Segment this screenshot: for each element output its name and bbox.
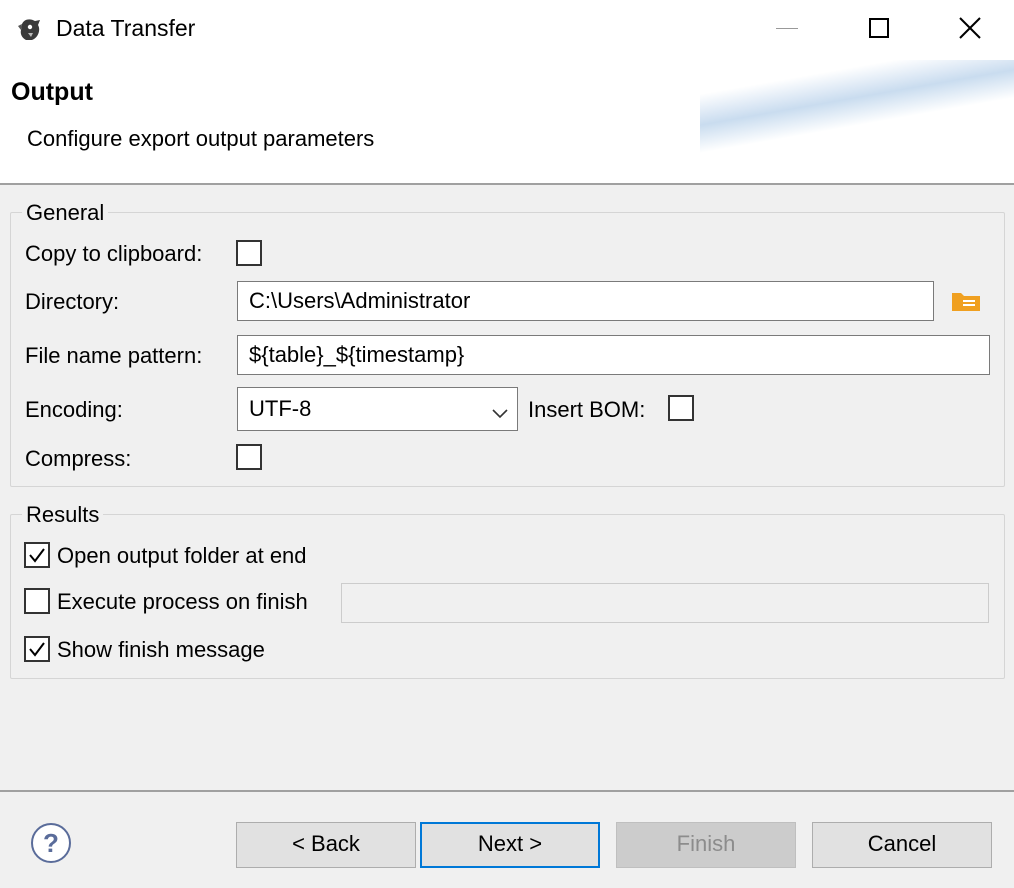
back-button[interactable]: < Back [236, 822, 416, 868]
page-title: Output [11, 78, 93, 106]
encoding-select[interactable]: UTF-8 [237, 387, 518, 431]
chevron-down-icon [491, 400, 509, 426]
checkmark-icon [29, 642, 45, 657]
title-bar: Data Transfer [0, 0, 1014, 60]
cancel-button[interactable]: Cancel [812, 822, 992, 868]
execute-process-command-input [341, 583, 989, 623]
directory-input[interactable]: C:\Users\Administrator [237, 281, 934, 321]
finish-button: Finish [616, 822, 796, 868]
open-output-folder-label[interactable]: Open output folder at end [57, 543, 307, 569]
file-name-pattern-input[interactable]: ${table}_${timestamp} [237, 335, 990, 375]
header-banner-decoration [700, 60, 1014, 160]
open-output-folder-checkbox[interactable] [24, 542, 50, 568]
compress-checkbox[interactable] [236, 444, 262, 470]
close-icon [959, 17, 981, 39]
show-finish-message-label[interactable]: Show finish message [57, 637, 265, 663]
compress-label: Compress: [25, 446, 132, 471]
page-description: Configure export output parameters [27, 126, 375, 151]
directory-label: Directory: [25, 289, 120, 314]
encoding-value: UTF-8 [249, 396, 312, 421]
results-legend: Results [22, 502, 104, 528]
execute-process-checkbox[interactable] [24, 588, 50, 614]
folder-icon[interactable] [950, 289, 982, 318]
checkmark-icon [29, 548, 45, 563]
encoding-label: Encoding: [25, 397, 123, 422]
wizard-header: Output Configure export output parameter… [0, 60, 1014, 184]
copy-to-clipboard-checkbox[interactable] [236, 240, 262, 266]
maximize-button[interactable] [834, 0, 926, 58]
minimize-icon [776, 28, 798, 29]
copy-to-clipboard-label: Copy to clipboard: [25, 241, 203, 266]
window-title: Data Transfer [56, 15, 196, 41]
svg-text:?: ? [43, 828, 59, 858]
insert-bom-checkbox[interactable] [668, 395, 694, 421]
file-name-pattern-label: File name pattern: [25, 343, 203, 368]
wizard-body: General Copy to clipboard: Directory: C:… [0, 185, 1014, 790]
execute-process-label[interactable]: Execute process on finish [57, 589, 308, 615]
maximize-icon [869, 18, 889, 38]
next-button[interactable]: Next > [420, 822, 600, 868]
minimize-button[interactable] [742, 0, 834, 58]
wizard-footer: ? < Back Next > Finish Cancel [0, 792, 1014, 888]
app-icon [16, 16, 44, 44]
help-icon[interactable]: ? [30, 822, 72, 869]
show-finish-message-checkbox[interactable] [24, 636, 50, 662]
general-legend: General [22, 200, 109, 226]
insert-bom-label: Insert BOM: [528, 397, 646, 422]
close-button[interactable] [924, 0, 1014, 58]
